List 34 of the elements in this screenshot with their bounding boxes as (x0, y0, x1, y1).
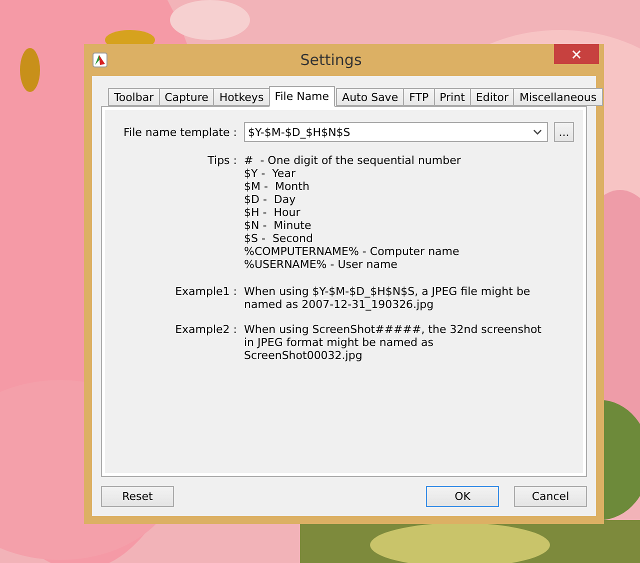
tip-text: $S - Second (244, 232, 314, 245)
tab[interactable]: Hotkeys (213, 88, 270, 106)
dialog-button[interactable]: Reset (101, 486, 174, 507)
browse-button[interactable]: ... (554, 122, 574, 142)
tab[interactable]: File Name (268, 86, 336, 107)
close-button[interactable] (554, 44, 599, 64)
template-dropdown[interactable]: $Y-$M-$D_$H$N$S (244, 122, 548, 142)
tip-text: $N - Minute (244, 219, 312, 232)
chevron-down-icon (533, 129, 542, 135)
tab[interactable]: Capture (158, 88, 214, 106)
tip-text: $H - Hour (244, 206, 302, 219)
app-icon (92, 52, 108, 68)
example-label: Example2 : (174, 323, 238, 336)
tab[interactable]: Print (434, 88, 471, 106)
tip-text: $D - Day (244, 193, 297, 206)
dialog-button[interactable]: Cancel (514, 486, 587, 507)
dialog-button[interactable]: OK (426, 486, 499, 507)
tip-text: $Y - Year (244, 167, 296, 180)
close-icon (572, 50, 581, 58)
tip-text: %USERNAME% - User name (244, 258, 398, 271)
tab[interactable]: Miscellaneous (513, 88, 603, 106)
tip-text: # - One digit of the sequential number (244, 154, 461, 167)
tab[interactable]: Auto Save (336, 88, 404, 106)
tip-text: $M - Month (244, 180, 310, 193)
example-label: Example1 : (174, 285, 238, 298)
example-text: When using ScreenShot#####, the 32nd screenshot in JPEG format might be named as ScreenShot00032.jpg (244, 323, 542, 362)
field-label: File name template : (122, 126, 238, 138)
tab[interactable]: FTP (403, 88, 435, 106)
example-text: When using $Y-$M-$D_$H$N$S, a JPEG file might be named as 2007-12-31_190326.jpg (244, 285, 532, 311)
tip-text: %COMPUTERNAME% - Computer name (244, 245, 460, 258)
tips-label: Tips : (206, 154, 238, 167)
tab[interactable]: Toolbar (108, 88, 160, 106)
tab[interactable]: Editor (470, 88, 514, 106)
window-title: Settings (299, 51, 363, 69)
